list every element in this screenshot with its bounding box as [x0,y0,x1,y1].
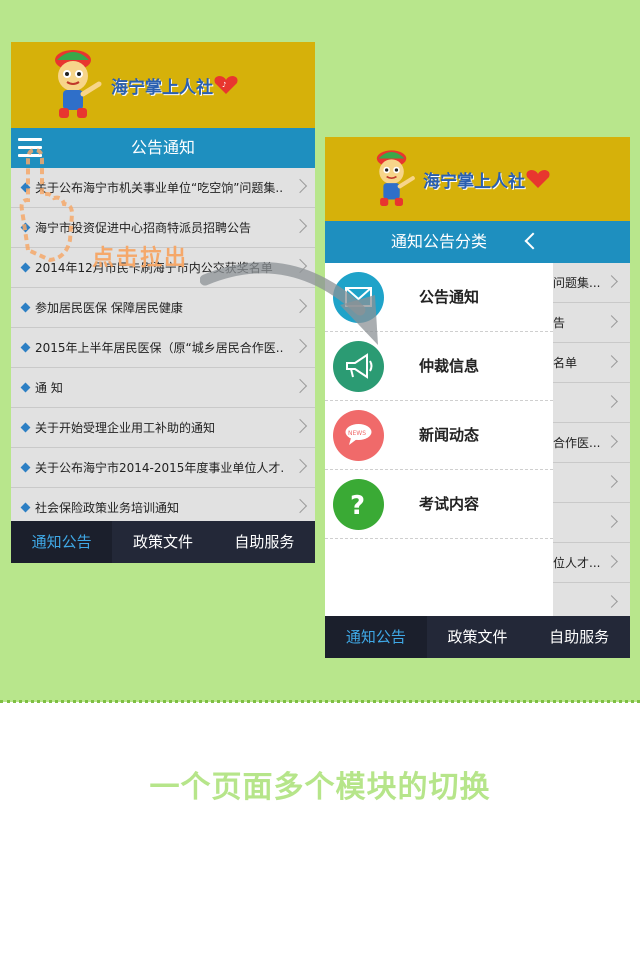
bullet-icon [20,422,31,433]
list-item[interactable]: 关于公布海宁市2014-2015年度事业单位人才... [11,448,315,488]
heart-icon: ♪ [214,76,238,94]
list-item[interactable]: 合作医... [553,423,630,463]
page-title: 公告通知 [130,138,195,157]
pull-out-hint: 点击拉出 [92,246,189,271]
svg-text:♪: ♪ [222,81,226,89]
heart-icon [526,170,550,188]
chevron-right-icon [605,435,618,448]
chevron-right-icon [605,555,618,568]
chevron-left-icon[interactable] [524,232,542,250]
bottom-tab-bar: 通知公告 政策文件 自助服务 [325,616,630,658]
logo-text: 海宁掌上人社 [423,171,525,192]
tab-notices[interactable]: 通知公告 [325,616,427,658]
chevron-right-icon [605,475,618,488]
list-item[interactable] [553,383,630,423]
list-item[interactable] [553,503,630,543]
drawer-item-news[interactable]: NEWS 新闻动态 [325,401,553,470]
app-banner: 海宁掌上人社 [325,137,630,221]
news-bubble-icon: NEWS [333,410,384,461]
right-phone-screen: 海宁掌上人社 问题集... 告 名单 合作医... 位人才... 通知公告分类 … [325,137,630,658]
chevron-right-icon [292,218,308,234]
list-item[interactable]: 告 [553,303,630,343]
list-item[interactable] [553,463,630,503]
pointing-hand-icon [19,147,75,263]
mascot-icon [376,150,415,206]
notice-list-peek: 问题集... 告 名单 合作医... 位人才... [553,263,630,623]
chevron-right-icon [605,315,618,328]
curved-arrow-icon [200,262,378,345]
list-item[interactable]: 位人才... [553,543,630,583]
svg-text:?: ? [350,491,365,521]
bullet-icon [20,302,31,313]
header-bar-peek [553,221,630,263]
bullet-icon [20,462,31,473]
chevron-right-icon [292,378,308,394]
question-icon: ? [333,479,384,530]
chevron-right-icon [605,595,618,608]
chevron-right-icon [292,418,308,434]
bullet-icon [20,382,31,393]
svg-text:NEWS: NEWS [348,430,366,437]
logo-text: 海宁掌上人社 [111,77,213,98]
dotted-divider [0,700,640,703]
list-item[interactable]: 问题集... [553,263,630,303]
tab-self-service[interactable]: 自助服务 [214,521,315,563]
tab-policy-documents[interactable]: 政策文件 [427,616,529,658]
drawer-title: 通知公告分类 [390,232,487,251]
chevron-right-icon [292,458,308,474]
tab-self-service[interactable]: 自助服务 [528,616,630,658]
bottom-tab-bar: 通知公告 政策文件 自助服务 [11,521,315,563]
tab-notices[interactable]: 通知公告 [11,521,113,563]
tab-policy-documents[interactable]: 政策文件 [112,521,213,563]
chevron-right-icon [605,395,618,408]
chevron-right-icon [605,275,618,288]
list-item[interactable]: 通 知 [11,368,315,408]
app-logo: 海宁掌上人社 ♪ [43,46,239,124]
chevron-right-icon [605,515,618,528]
drawer-item-exams[interactable]: ? 考试内容 [325,470,553,539]
bullet-icon [20,502,31,513]
bullet-icon [20,342,31,353]
list-item[interactable]: 关于开始受理企业用工补助的通知 [11,408,315,448]
chevron-right-icon [292,498,308,514]
chevron-right-icon [605,355,618,368]
list-item[interactable]: 名单 [553,343,630,383]
app-logo: 海宁掌上人社 [367,141,551,217]
chevron-right-icon [292,178,308,194]
mascot-icon [55,50,102,118]
app-banner: 海宁掌上人社 ♪ [11,42,315,128]
caption: 一个页面多个模块的切换 [149,770,491,805]
